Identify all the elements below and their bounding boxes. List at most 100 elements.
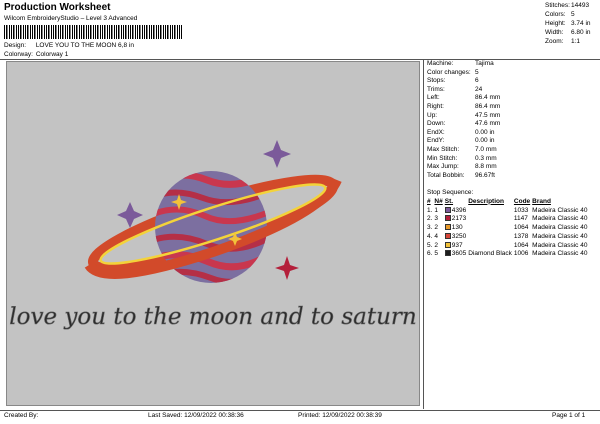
param-row: Max Jump: 8.8 mm [427,163,597,172]
param-key: EndY: [427,137,445,145]
cell-index: 2. [427,215,433,223]
cell-number: 5 [434,250,439,258]
embroidery-artwork: love you to the moon and to saturn [9,140,417,330]
param-row: EndY: 0.00 in [427,137,597,146]
summary-row: Colors: 5 [545,11,597,20]
cell-number: 4 [434,232,439,240]
stitch-count: 130 [451,224,463,232]
software-subtitle: Wilcom EmbroideryStudio – Level 3 Advanc… [4,15,138,22]
param-row: Trims: 24 [427,86,597,95]
param-value: 0.3 mm [475,154,497,162]
stop-sequence-table: # N# St. Description Code Brand 1. 1 4396 1… [427,197,589,259]
summary-value: 1:1 [571,38,581,45]
design-row: Design: LOVE YOU TO THE MOON 6,8 in [4,42,134,50]
param-value: 7.0 mm [475,145,497,153]
design-preview: love you to the moon and to saturn [6,61,420,406]
cell-code: 1064 [513,241,529,249]
cell-description [468,215,514,224]
cell-stitches: 130 [444,224,468,233]
summary-key: Height: [545,20,566,27]
summary-value: 5 [571,11,575,18]
param-row: EndX: 0.00 in [427,129,597,138]
summary-row: Height: 3.74 in [545,20,597,29]
cell-description [468,224,514,233]
cell-description [468,241,514,250]
summary-row: Zoom: 1:1 [545,38,597,47]
col-description: Description [468,197,504,205]
col-stitches: St. [444,197,454,205]
table-row: 4. 4 3250 1378 Madeira Classic 40 [427,232,589,241]
param-key: Max Stitch: [427,145,460,153]
col-number: N# [434,197,443,205]
cell-index: 4. [427,232,433,240]
created-by: Created By: [4,412,39,419]
summary-value: 3.74 in [571,20,591,27]
cell-code: 1064 [513,224,529,232]
cell-brand: Madeira Classic 40 [532,241,588,249]
param-row: Machine: Tajima [427,60,597,69]
printed-date: Printed: 12/09/2022 00:38:39 [298,412,382,419]
cell-brand: Madeira Classic 40 [532,224,588,232]
machine-params: Machine: Tajima Color changes: 5 Stops: 6 T… [427,60,597,180]
param-key: Left: [427,94,440,102]
cell-brand: Madeira Classic 40 [532,206,588,214]
stitch-count: 3250 [451,232,467,240]
cell-brand: Madeira Classic 40 [532,232,588,240]
param-value: 47.6 mm [475,120,501,128]
table-row: 6. 5 3605 Diamond Black 1006 Madeira Classic … [427,250,589,259]
column-divider [423,59,424,409]
cell-description [468,206,514,215]
param-key: Stops: [427,77,446,85]
stop-sequence-heading: Stop Sequence: [427,189,474,196]
cell-code: 1033 [513,206,529,214]
param-row: Color changes: 5 [427,69,597,78]
summary-row: Width: 6.80 in [545,29,597,38]
sparkle-icon [263,140,291,168]
param-row: Min Stitch: 0.3 mm [427,155,597,164]
color-swatch [444,215,451,222]
colorway-row: Colorway: Colorway 1 [4,51,68,59]
summary-key: Stitches: [545,2,570,9]
colorway-label: Colorway: [4,51,33,58]
cell-index: 6. [427,250,433,258]
cell-stitches: 937 [444,241,468,250]
cell-description [468,232,514,241]
param-key: Trims: [427,85,445,93]
table-row: 5. 2 937 1064 Madeira Classic 40 [427,241,589,250]
stitch-count: 4396 [451,206,467,214]
param-row: Stops: 6 [427,77,597,86]
sparkle-icon [275,256,299,280]
cell-code: 1378 [513,232,529,240]
slogan-text: love you to the moon and to saturn [9,304,416,330]
cell-index: 1. [427,206,433,214]
design-value: LOVE YOU TO THE MOON 6,8 in [35,42,134,49]
stitch-count: 937 [451,241,463,249]
color-swatch [444,206,451,213]
cell-number: 3 [434,215,439,223]
summary-value: 6.80 in [571,29,591,36]
summary-panel: Stitches:14493 Colors: 5 Height: 3.74 in W… [545,2,597,47]
cell-brand: Madeira Classic 40 [532,250,588,258]
param-value: 86.4 mm [475,94,501,102]
param-value: 24 [475,85,483,93]
cell-stitches: 3250 [444,232,468,241]
param-key: Right: [427,102,444,110]
param-value: 8.8 mm [475,163,497,171]
design-label: Design: [4,42,27,49]
last-saved: Last Saved: 12/09/2022 00:38:36 [148,412,244,419]
page-title: Production Worksheet [4,2,111,13]
param-value: 47.5 mm [475,111,501,119]
param-key: Down: [427,120,446,128]
footer-divider [0,410,600,411]
cell-stitches: 4396 [444,206,468,215]
param-row: Up: 47.5 mm [427,112,597,121]
param-value: 0.00 in [475,137,495,145]
cell-brand: Madeira Classic 40 [532,215,588,223]
cell-number: 2 [434,241,439,249]
cell-description: Diamond Black [468,250,512,258]
cell-index: 3. [427,224,433,232]
summary-key: Zoom: [545,38,564,45]
colorway-value: Colorway 1 [35,51,69,58]
summary-key: Colors: [545,11,566,18]
summary-key: Width: [545,29,564,36]
